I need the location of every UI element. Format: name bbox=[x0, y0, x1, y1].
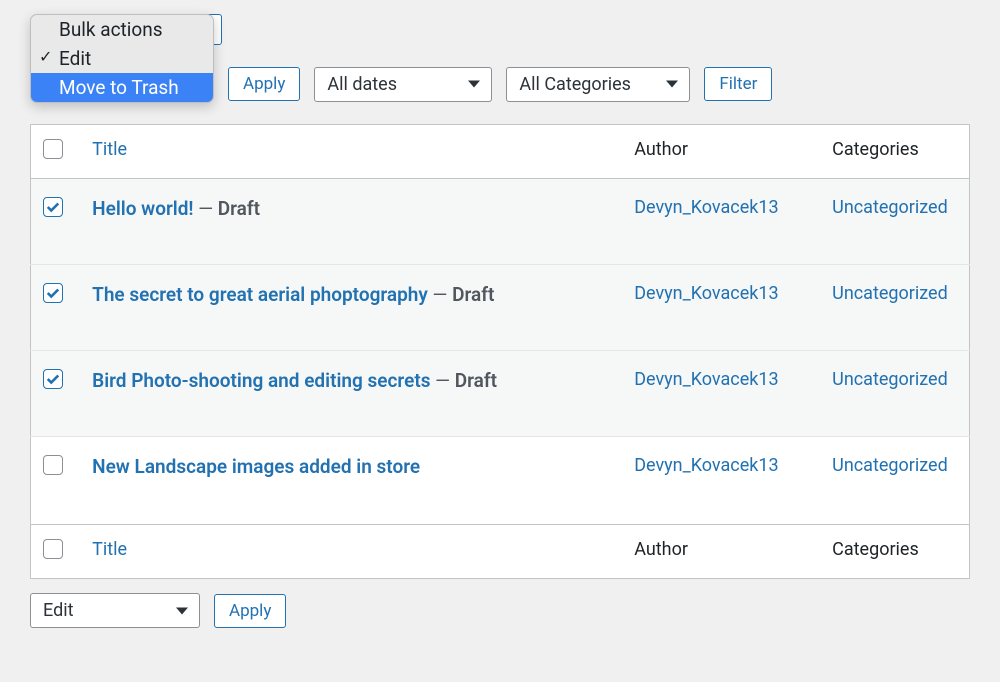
column-title-footer[interactable]: Title bbox=[92, 539, 127, 560]
post-status: Draft bbox=[455, 369, 497, 392]
row-checkbox[interactable] bbox=[43, 197, 63, 217]
post-title-link[interactable]: Bird Photo-shooting and editing secrets bbox=[92, 369, 430, 392]
apply-button-bottom[interactable]: Apply bbox=[214, 594, 286, 628]
dates-filter-select[interactable]: All dates bbox=[314, 67, 492, 102]
categories-filter-select[interactable]: All Categories bbox=[506, 67, 690, 102]
filter-button[interactable]: Filter bbox=[704, 67, 772, 101]
post-category-link[interactable]: Uncategorized bbox=[832, 197, 948, 218]
posts-table: Title Author Categories Hello world! — D… bbox=[30, 124, 970, 579]
bulk-actions-select-bottom[interactable]: Edit bbox=[30, 593, 200, 628]
bulk-option-move-to-trash[interactable]: Move to Trash bbox=[31, 73, 213, 102]
apply-button-top[interactable]: Apply bbox=[228, 67, 300, 101]
post-category-link[interactable]: Uncategorized bbox=[832, 369, 948, 390]
status-separator: — bbox=[430, 369, 454, 392]
select-all-checkbox-top[interactable] bbox=[43, 139, 63, 159]
bulk-option-bulk-actions[interactable]: Bulk actions bbox=[31, 15, 213, 44]
table-row: Bird Photo-shooting and editing secrets … bbox=[31, 351, 970, 437]
status-separator: — bbox=[194, 197, 218, 220]
row-checkbox[interactable] bbox=[43, 283, 63, 303]
post-author-link[interactable]: Devyn_Kovacek13 bbox=[634, 283, 778, 304]
column-author-header: Author bbox=[622, 125, 820, 179]
table-row: The secret to great aerial phoptography … bbox=[31, 265, 970, 351]
select-all-checkbox-bottom[interactable] bbox=[43, 539, 63, 559]
column-author-footer: Author bbox=[622, 525, 820, 579]
row-checkbox[interactable] bbox=[43, 369, 63, 389]
post-author-link[interactable]: Devyn_Kovacek13 bbox=[634, 369, 778, 390]
row-checkbox[interactable] bbox=[43, 455, 63, 475]
table-header-row: Title Author Categories bbox=[31, 125, 970, 179]
post-author-link[interactable]: Devyn_Kovacek13 bbox=[634, 197, 778, 218]
post-category-link[interactable]: Uncategorized bbox=[832, 455, 948, 476]
table-row: New Landscape images added in store Devyn… bbox=[31, 437, 970, 525]
post-status: Draft bbox=[218, 197, 260, 220]
post-title-link[interactable]: The secret to great aerial phoptography bbox=[92, 283, 428, 306]
post-status: Draft bbox=[452, 283, 494, 306]
post-category-link[interactable]: Uncategorized bbox=[832, 283, 948, 304]
table-footer-row: Title Author Categories bbox=[31, 525, 970, 579]
column-categories-header: Categories bbox=[820, 125, 969, 179]
table-row: Hello world! — Draft Devyn_Kovacek13 Uncat… bbox=[31, 179, 970, 265]
post-title-link[interactable]: New Landscape images added in store bbox=[92, 455, 420, 478]
status-separator: — bbox=[428, 283, 452, 306]
post-author-link[interactable]: Devyn_Kovacek13 bbox=[634, 455, 778, 476]
bottom-toolbar: Edit Apply bbox=[30, 593, 970, 628]
column-categories-footer: Categories bbox=[820, 525, 969, 579]
column-title-header[interactable]: Title bbox=[92, 139, 127, 160]
bulk-option-edit[interactable]: Edit bbox=[31, 44, 213, 73]
post-title-link[interactable]: Hello world! bbox=[92, 197, 193, 220]
top-toolbar: Bulk actions Edit Move to Trash Apply Al… bbox=[30, 64, 970, 104]
bulk-actions-dropdown-open[interactable]: Bulk actions Edit Move to Trash bbox=[30, 14, 214, 103]
